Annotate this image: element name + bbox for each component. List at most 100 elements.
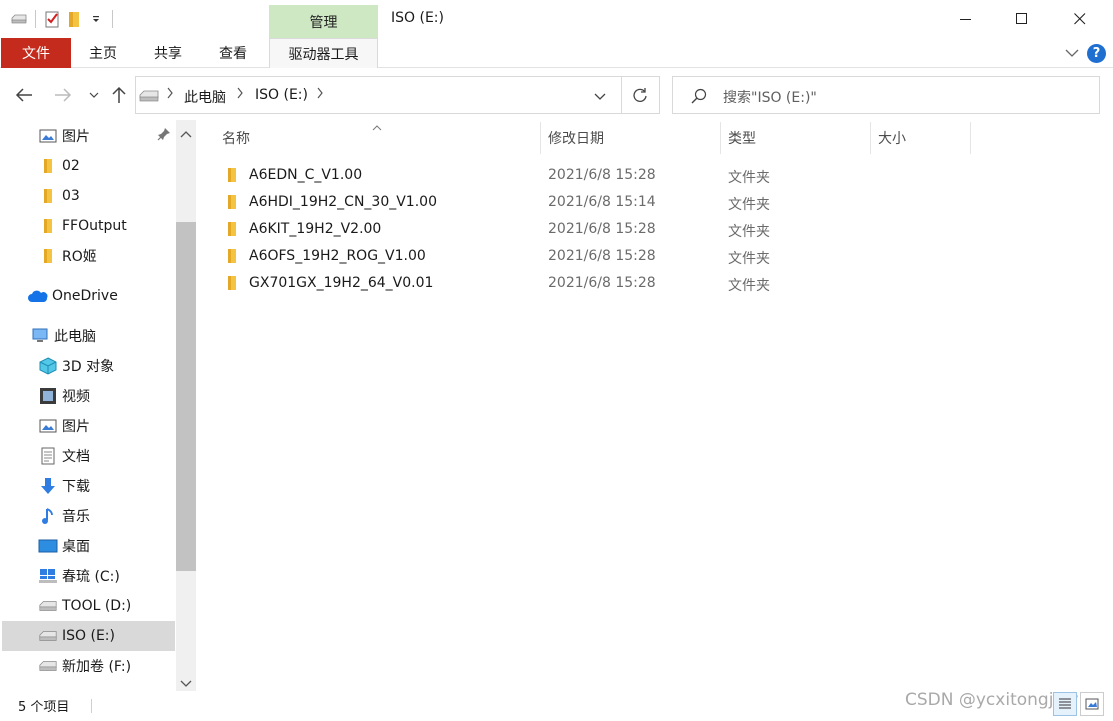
sidebar-item-label: 桌面 — [62, 539, 90, 555]
breadcrumb-separator-icon[interactable] — [236, 87, 244, 103]
sidebar-item-label: TOOL (D:) — [62, 598, 132, 614]
details-view-button[interactable] — [1053, 692, 1077, 716]
search-icon — [691, 88, 707, 108]
pictures-icon — [38, 126, 58, 146]
status-divider — [91, 699, 92, 713]
qat-divider — [35, 10, 36, 28]
back-button[interactable] — [12, 82, 36, 108]
file-modified: 2021/6/8 15:28 — [548, 221, 656, 237]
sidebar-item-drive-e[interactable]: ISO (E:) — [2, 621, 175, 651]
chevron-down-icon[interactable] — [1063, 44, 1081, 62]
folder-icon — [226, 194, 238, 214]
column-header-name[interactable]: 名称 — [222, 122, 250, 154]
column-divider[interactable] — [970, 122, 971, 154]
windows-drive-icon — [38, 566, 58, 586]
sidebar-item-label: 文档 — [62, 449, 90, 465]
folder-icon — [38, 216, 58, 236]
drive-icon — [138, 90, 160, 106]
title-bar: 管理 ISO (E:) — [0, 0, 1113, 38]
sidebar-item-label: OneDrive — [52, 288, 118, 304]
qat-customize-icon[interactable] — [85, 8, 107, 30]
column-divider[interactable] — [540, 122, 541, 154]
file-name: GX701GX_19H2_64_V0.01 — [249, 275, 434, 291]
sidebar-item-label: 春琉 (C:) — [62, 569, 120, 585]
drive-icon[interactable] — [8, 8, 30, 30]
sidebar-scrollbar-thumb[interactable] — [176, 222, 196, 571]
search-placeholder: 搜索"ISO (E:)" — [723, 90, 817, 106]
window-title: ISO (E:) — [391, 10, 444, 26]
file-type: 文件夹 — [728, 278, 770, 294]
help-button[interactable]: ? — [1087, 44, 1106, 63]
onedrive-icon — [28, 286, 48, 306]
sidebar-item-label: 此电脑 — [54, 329, 96, 345]
sort-ascending-icon — [372, 119, 382, 135]
up-button[interactable] — [107, 82, 131, 108]
folder-icon — [38, 156, 58, 176]
file-type: 文件夹 — [728, 197, 770, 213]
sidebar-item-label: 02 — [62, 158, 80, 174]
column-divider[interactable] — [870, 122, 871, 154]
file-name: A6EDN_C_V1.00 — [249, 167, 363, 183]
file-row[interactable]: A6KIT_19H2_V2.00 2021/6/8 15:28 文件夹 — [196, 216, 1096, 243]
qat-divider — [112, 10, 113, 28]
folder-icon — [226, 248, 238, 268]
sidebar-item-label: 视频 — [62, 389, 90, 405]
scroll-down-icon[interactable] — [180, 676, 192, 692]
minimize-button[interactable] — [943, 0, 989, 38]
column-header-type[interactable]: 类型 — [728, 122, 756, 154]
file-row[interactable]: A6OFS_19H2_ROG_V1.00 2021/6/8 15:28 文件夹 — [196, 243, 1096, 270]
tab-view[interactable]: 查看 — [205, 38, 261, 68]
ribbon-tabs: 文件 主页 共享 查看 驱动器工具 ? — [0, 38, 1113, 68]
documents-icon — [38, 446, 58, 466]
scroll-up-icon[interactable] — [180, 126, 192, 142]
tab-drive-tools[interactable]: 驱动器工具 — [269, 38, 378, 68]
column-divider[interactable] — [720, 122, 721, 154]
tab-file[interactable]: 文件 — [1, 38, 71, 68]
address-history-dropdown[interactable] — [594, 90, 606, 106]
file-name: A6OFS_19H2_ROG_V1.00 — [249, 248, 426, 264]
file-row[interactable]: A6EDN_C_V1.00 2021/6/8 15:28 文件夹 — [196, 162, 1096, 189]
new-folder-icon[interactable] — [63, 8, 85, 30]
sidebar-item-label: 03 — [62, 188, 80, 204]
properties-icon[interactable] — [41, 8, 63, 30]
close-button[interactable] — [1057, 0, 1103, 38]
column-header-size[interactable]: 大小 — [878, 122, 906, 154]
recent-locations-button[interactable] — [82, 82, 106, 108]
breadcrumb-iso-drive[interactable]: ISO (E:) — [255, 87, 308, 103]
file-row[interactable]: A6HDI_19H2_CN_30_V1.00 2021/6/8 15:14 文件… — [196, 189, 1096, 216]
file-modified: 2021/6/8 15:14 — [548, 194, 656, 210]
this-pc-icon — [30, 326, 50, 346]
manage-contextual-tab[interactable]: 管理 — [269, 5, 378, 38]
file-modified: 2021/6/8 15:28 — [548, 248, 656, 264]
sidebar-item-label: 新加卷 (F:) — [62, 659, 132, 675]
file-type: 文件夹 — [728, 170, 770, 186]
large-icons-view-button[interactable] — [1080, 692, 1104, 716]
sidebar-item-label: ISO (E:) — [62, 628, 115, 644]
breadcrumb-separator-icon[interactable] — [316, 87, 324, 103]
tab-share[interactable]: 共享 — [140, 38, 196, 68]
maximize-button[interactable] — [999, 0, 1045, 38]
address-bar[interactable]: 此电脑 ISO (E:) — [135, 76, 622, 114]
file-modified: 2021/6/8 15:28 — [548, 167, 656, 183]
search-box[interactable]: 搜索"ISO (E:)" — [672, 76, 1100, 114]
breadcrumb-this-pc[interactable]: 此电脑 — [184, 87, 226, 107]
folder-icon — [38, 186, 58, 206]
drive-icon — [38, 596, 58, 616]
tab-home[interactable]: 主页 — [75, 38, 131, 68]
sidebar-item-label: RO姬 — [62, 249, 97, 265]
breadcrumb-separator-icon[interactable] — [166, 87, 174, 103]
file-row[interactable]: GX701GX_19H2_64_V0.01 2021/6/8 15:28 文件夹 — [196, 270, 1096, 297]
sidebar-item-label: 3D 对象 — [62, 359, 115, 375]
videos-icon — [38, 386, 58, 406]
refresh-button[interactable] — [621, 76, 660, 114]
column-header-modified[interactable]: 修改日期 — [548, 122, 604, 154]
file-name: A6HDI_19H2_CN_30_V1.00 — [249, 194, 437, 210]
sidebar-item-label: 图片 — [62, 129, 90, 145]
sidebar-item-label: 下载 — [62, 479, 90, 495]
status-item-count: 5 个项目 — [18, 700, 70, 715]
sidebar-item-label: 图片 — [62, 419, 90, 435]
forward-button[interactable] — [51, 82, 75, 108]
drive-icon — [38, 656, 58, 676]
quick-access-toolbar — [8, 8, 118, 30]
file-modified: 2021/6/8 15:28 — [548, 275, 656, 291]
